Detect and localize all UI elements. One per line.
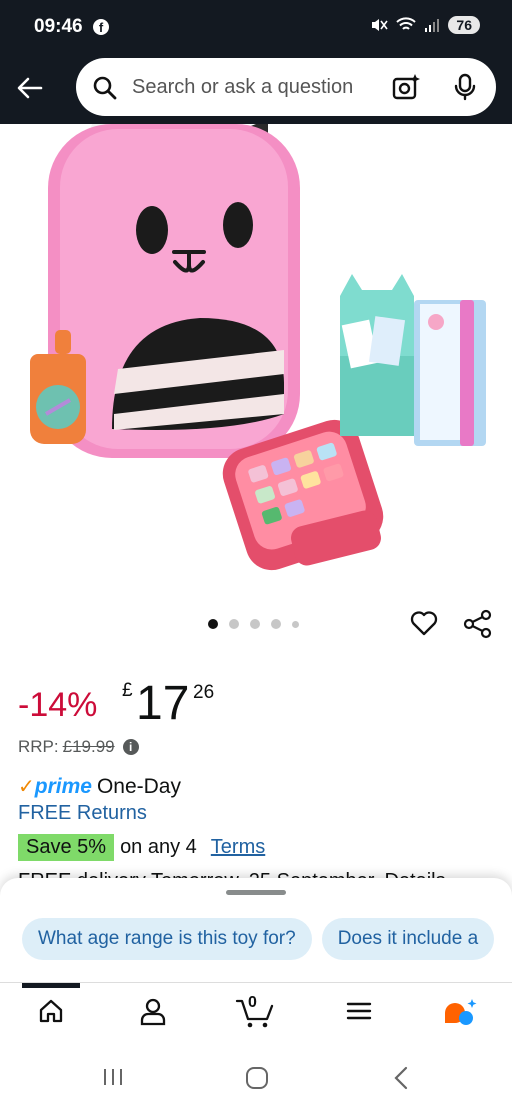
terms-link[interactable]: Terms <box>211 836 265 859</box>
price-currency: £ <box>122 680 133 701</box>
home-icon[interactable] <box>37 997 65 1025</box>
camera-lens-icon[interactable] <box>391 72 421 102</box>
search-placeholder[interactable]: Search or ask a question <box>132 76 353 99</box>
back-system-icon[interactable] <box>392 1066 410 1090</box>
search-bar[interactable]: Search or ask a question <box>76 58 496 116</box>
home-system-icon[interactable] <box>245 1066 269 1090</box>
system-nav-bar <box>0 1044 512 1109</box>
product-image-carousel[interactable] <box>0 124 512 594</box>
save-badge: Save 5% <box>18 834 115 861</box>
sheet-handle[interactable] <box>226 890 286 895</box>
price-fraction: 26 <box>193 682 215 703</box>
active-tab-indicator <box>22 983 80 988</box>
microphone-icon[interactable] <box>452 73 478 101</box>
product-image[interactable] <box>0 124 512 594</box>
prime-check-icon: ✓ <box>18 776 35 798</box>
cart-button[interactable]: 0 <box>235 994 275 1029</box>
suggestion-chips: What age range is this toy for? Does it … <box>22 918 495 960</box>
account-icon[interactable] <box>139 997 167 1027</box>
rrp-price: £19.99 <box>62 737 115 756</box>
suggestion-chip[interactable]: What age range is this toy for? <box>22 918 312 960</box>
recent-apps-icon[interactable] <box>102 1067 124 1087</box>
info-icon[interactable]: i <box>122 739 139 755</box>
discount-percent: -14% <box>18 686 98 724</box>
carousel-dots <box>208 619 299 629</box>
carousel-dot[interactable] <box>229 619 239 629</box>
share-icon[interactable] <box>463 609 493 639</box>
rrp-line: RRP: £19.99 i <box>18 737 139 757</box>
carousel-dot[interactable] <box>271 619 281 629</box>
menu-icon[interactable] <box>345 997 373 1025</box>
free-returns-link[interactable]: FREE Returns <box>18 802 147 825</box>
facebook-notification-icon: f <box>93 19 109 35</box>
status-bar: 09:46 f 76 <box>0 0 512 56</box>
heart-icon[interactable] <box>410 610 438 636</box>
save-text: on any 4 <box>120 836 197 858</box>
save-promo: Save 5% on any 4 Terms <box>18 834 265 861</box>
cart-count: 0 <box>248 994 257 1011</box>
mute-icon <box>372 19 389 31</box>
suggestions-sheet: What age range is this toy for? Does it … <box>0 878 512 982</box>
carousel-dot[interactable] <box>250 619 260 629</box>
signal-icon <box>425 19 440 32</box>
status-icons: 76 <box>370 16 480 34</box>
carousel-dot[interactable] <box>208 619 218 629</box>
status-time: 09:46 <box>34 16 83 37</box>
back-arrow-icon[interactable] <box>14 72 46 104</box>
rrp-label: RRP: <box>18 737 59 756</box>
rufus-assistant-icon[interactable] <box>442 997 478 1029</box>
bottom-nav: 0 <box>0 982 512 1044</box>
prime-logo: prime <box>34 775 92 798</box>
price-whole: 17 <box>136 677 190 730</box>
search-icon <box>93 76 117 100</box>
battery-level: 76 <box>448 16 480 34</box>
suggestion-chip[interactable]: Does it include a <box>321 918 495 960</box>
prime-delivery: ✓ prime One-Day <box>18 774 181 799</box>
search-header: Search or ask a question <box>0 56 512 124</box>
wifi-icon <box>396 17 417 30</box>
carousel-dot[interactable] <box>292 620 299 628</box>
prime-speed: One-Day <box>96 775 181 798</box>
